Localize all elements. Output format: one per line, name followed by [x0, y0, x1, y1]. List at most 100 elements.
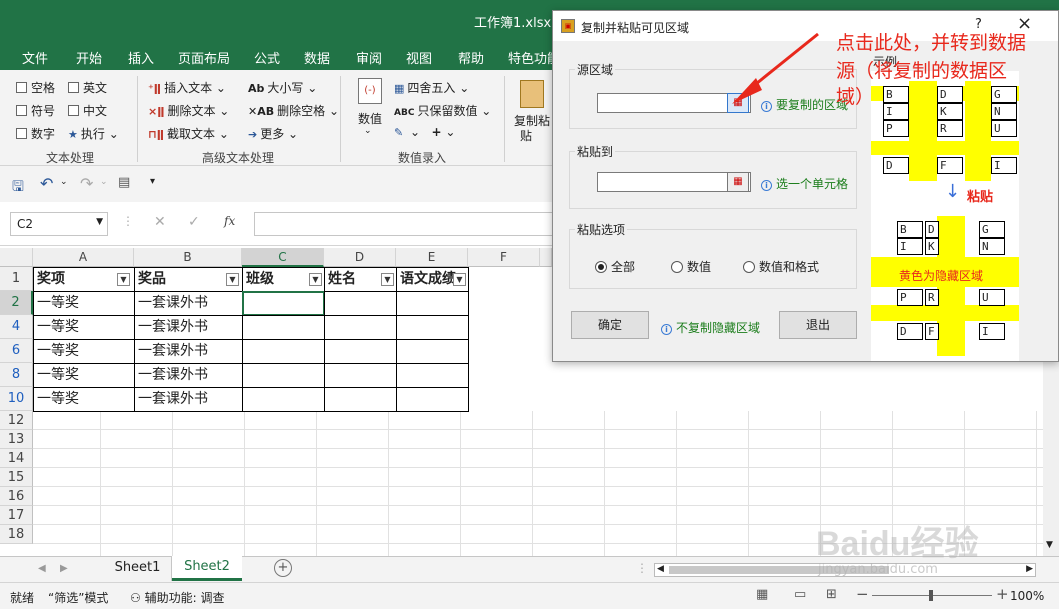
- value-button[interactable]: 数值: [358, 110, 382, 127]
- cancel-icon[interactable]: ✕: [154, 214, 166, 230]
- row-header[interactable]: 2: [0, 291, 33, 315]
- redo-icon[interactable]: ↷: [80, 174, 93, 193]
- sheet-tab-sheet1[interactable]: Sheet1: [104, 557, 172, 581]
- tab-file[interactable]: 文件: [22, 48, 48, 67]
- column-header[interactable]: F: [468, 248, 540, 267]
- name-box[interactable]: C2 ▼: [10, 212, 108, 236]
- table-cell[interactable]: [242, 363, 325, 388]
- range-picker-icon[interactable]: ▦: [727, 172, 749, 192]
- filter-dropdown-icon[interactable]: ▼: [309, 273, 322, 286]
- number-checkbox[interactable]: 数字: [16, 125, 55, 142]
- table-cell[interactable]: [242, 315, 325, 340]
- tab-help[interactable]: 帮助: [458, 48, 484, 67]
- sheet-next-icon[interactable]: ▶: [60, 563, 68, 574]
- add-sheet-icon[interactable]: +: [274, 559, 292, 577]
- filter-dropdown-icon[interactable]: ▼: [453, 273, 466, 286]
- table-cell[interactable]: 一等奖: [33, 291, 135, 316]
- table-cell[interactable]: 一套课外书: [134, 291, 243, 316]
- grid-icon[interactable]: ▤: [118, 175, 130, 190]
- undo-icon[interactable]: ↶: [40, 174, 53, 193]
- status-accessibility[interactable]: ⚇ 辅助功能: 调查: [130, 589, 224, 606]
- filter-dropdown-icon[interactable]: ▼: [381, 273, 394, 286]
- more-button[interactable]: ➔ 更多 ⌄: [248, 125, 298, 142]
- tab-review[interactable]: 审阅: [356, 48, 382, 67]
- normal-view-icon[interactable]: ▦: [756, 587, 768, 602]
- table-cell[interactable]: [242, 387, 325, 412]
- row-header[interactable]: 16: [0, 487, 33, 506]
- round-button[interactable]: ▦ 四舍五入 ⌄: [394, 79, 469, 96]
- page-layout-icon[interactable]: ▭: [794, 587, 806, 602]
- table-cell[interactable]: [324, 339, 397, 364]
- table-cell[interactable]: [396, 363, 469, 388]
- row-header[interactable]: 17: [0, 506, 33, 525]
- column-header[interactable]: D: [324, 248, 396, 267]
- sheet-prev-icon[interactable]: ◀: [38, 563, 46, 574]
- row-header[interactable]: 13: [0, 430, 33, 449]
- option-all-radio[interactable]: 全部: [595, 258, 635, 275]
- table-cell[interactable]: [396, 291, 469, 316]
- column-header[interactable]: C: [242, 248, 324, 267]
- tab-data[interactable]: 数据: [304, 48, 330, 67]
- zoom-slider-thumb[interactable]: [929, 590, 933, 601]
- scroll-left-icon[interactable]: ◀: [657, 564, 664, 574]
- option-values-radio[interactable]: 数值: [671, 258, 711, 275]
- row-header[interactable]: 4: [0, 315, 33, 339]
- row-header[interactable]: 1: [0, 267, 33, 291]
- column-header[interactable]: [540, 248, 552, 267]
- row-header[interactable]: 10: [0, 387, 33, 411]
- delete-space-button[interactable]: ✕AB 删除空格 ⌄: [248, 102, 339, 119]
- table-cell[interactable]: [324, 291, 397, 316]
- scroll-right-icon[interactable]: ▶: [1026, 564, 1033, 574]
- page-break-icon[interactable]: ⊞: [826, 587, 837, 602]
- chevron-down-icon[interactable]: ⌄: [60, 177, 68, 187]
- select-all-corner[interactable]: [0, 248, 33, 267]
- table-cell[interactable]: [242, 339, 325, 364]
- tab-page-layout[interactable]: 页面布局: [178, 48, 230, 67]
- case-button[interactable]: Ab 大小写 ⌄: [248, 79, 317, 96]
- chevron-down-icon[interactable]: ⌄: [100, 177, 108, 187]
- row-header[interactable]: 6: [0, 339, 33, 363]
- zoom-out-icon[interactable]: −: [856, 585, 869, 603]
- table-cell[interactable]: 一等奖: [33, 315, 135, 340]
- filter-dropdown-icon[interactable]: ▼: [226, 273, 239, 286]
- exit-button[interactable]: 退出: [779, 311, 857, 339]
- delete-text-button[interactable]: ×ǁ 删除文本 ⌄: [148, 102, 229, 119]
- table-cell[interactable]: 一套课外书: [134, 339, 243, 364]
- scroll-down-icon[interactable]: ▼: [1046, 540, 1053, 550]
- english-checkbox[interactable]: 英文: [68, 79, 107, 96]
- customize-icon[interactable]: ▾: [150, 176, 155, 187]
- chinese-checkbox[interactable]: 中文: [68, 102, 107, 119]
- table-cell[interactable]: 一等奖: [33, 339, 135, 364]
- function-icon[interactable]: fx: [224, 214, 235, 228]
- table-cell[interactable]: 一套课外书: [134, 315, 243, 340]
- table-cell[interactable]: 一等奖: [33, 387, 135, 412]
- row-header[interactable]: 8: [0, 363, 33, 387]
- confirm-icon[interactable]: ✓: [188, 214, 200, 230]
- table-cell[interactable]: [396, 315, 469, 340]
- execute-button[interactable]: ★ 执行 ⌄: [68, 125, 119, 142]
- insert-text-button[interactable]: ⁺ǁ 插入文本 ⌄: [148, 79, 226, 96]
- keep-value-button[interactable]: ABC 只保留数值 ⌄: [394, 102, 491, 119]
- table-cell[interactable]: [324, 387, 397, 412]
- zoom-level[interactable]: 100%: [1010, 589, 1044, 603]
- tab-insert[interactable]: 插入: [128, 48, 154, 67]
- column-header[interactable]: E: [396, 248, 468, 267]
- table-cell[interactable]: [396, 387, 469, 412]
- row-header[interactable]: 18: [0, 525, 33, 544]
- column-header[interactable]: B: [134, 248, 242, 267]
- table-cell[interactable]: 一套课外书: [134, 387, 243, 412]
- tab-home[interactable]: 开始: [76, 48, 102, 67]
- option-values-format-radio[interactable]: 数值和格式: [743, 258, 819, 275]
- filter-active-icon[interactable]: ▼: [117, 273, 130, 286]
- extract-text-button[interactable]: ⊓ǁ 截取文本 ⌄: [148, 125, 229, 142]
- save-icon[interactable]: 🖫: [12, 176, 24, 200]
- row-header[interactable]: 14: [0, 449, 33, 468]
- fill-edit-button[interactable]: ✎ ⌄ + ⌄: [394, 125, 455, 139]
- symbol-checkbox[interactable]: 符号: [16, 102, 55, 119]
- ok-button[interactable]: 确定: [571, 311, 649, 339]
- row-header[interactable]: 12: [0, 411, 33, 430]
- table-cell[interactable]: 一套课外书: [134, 363, 243, 388]
- zoom-in-icon[interactable]: +: [996, 585, 1009, 603]
- space-checkbox[interactable]: 空格: [16, 79, 55, 96]
- active-cell[interactable]: [242, 291, 325, 316]
